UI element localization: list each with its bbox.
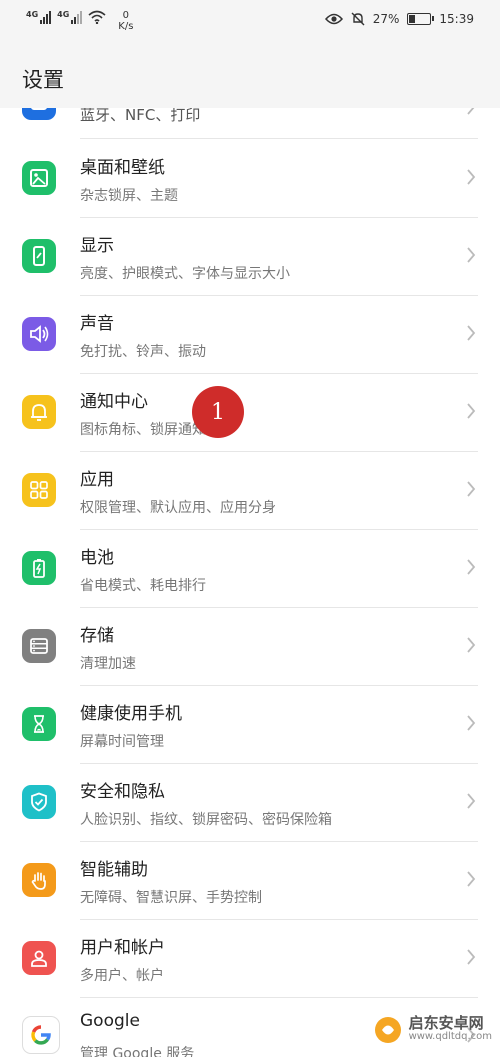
mute-bell-icon	[351, 12, 365, 26]
user-icon	[22, 941, 56, 975]
settings-item-battery[interactable]: 电池 省电模式、耗电排行	[0, 530, 500, 608]
network-speed: 0 K/s	[118, 10, 133, 32]
item-subtitle: 图标角标、锁屏通知	[80, 422, 206, 438]
battery-percent: 27%	[372, 12, 400, 26]
item-subtitle: 人脸识别、指纹、锁屏密码、密码保险箱	[80, 812, 332, 828]
chevron-right-icon	[467, 403, 476, 419]
battery-icon	[407, 13, 435, 25]
settings-item-apps[interactable]: 应用 权限管理、默认应用、应用分身	[0, 452, 500, 530]
apps-icon	[22, 473, 56, 507]
battery-icon	[22, 551, 56, 585]
settings-list[interactable]: 蓝牙、NFC、打印 桌面和壁纸 杂志锁屏、主题 显示 亮度、护眼模式、字体与显示…	[0, 108, 500, 1057]
item-subtitle: 权限管理、默认应用、应用分身	[80, 500, 276, 516]
settings-item-sound[interactable]: 声音 免打扰、铃声、振动	[0, 296, 500, 374]
settings-item-display[interactable]: 显示 亮度、护眼模式、字体与显示大小	[0, 218, 500, 296]
item-subtitle: 杂志锁屏、主题	[80, 188, 178, 204]
cell-signal-2-icon: 4G	[57, 10, 83, 24]
chevron-right-icon	[467, 793, 476, 809]
bluetooth-icon	[22, 108, 56, 120]
item-subtitle: 无障碍、智慧识屏、手势控制	[80, 890, 262, 906]
app-header: 设置	[0, 44, 500, 108]
chevron-right-icon	[467, 108, 475, 115]
watermark: 启东安卓网 www.qdltdq.com	[373, 1015, 492, 1045]
watermark-name: 启东安卓网	[408, 1014, 484, 1032]
item-title: 蓝牙、NFC、打印	[80, 108, 201, 124]
item-title: 应用	[80, 470, 114, 490]
eye-comfort-icon	[324, 13, 343, 25]
item-title: 智能辅助	[80, 860, 148, 880]
status-bar: 4G 4G 0 K/s 27% 15:39	[0, 0, 500, 44]
settings-item-notifications[interactable]: 通知中心 图标角标、锁屏通知	[0, 374, 500, 452]
page-title: 设置	[22, 68, 64, 92]
chevron-right-icon	[467, 559, 476, 575]
item-title: 健康使用手机	[80, 704, 182, 724]
watermark-url: www.qdltdq.com	[408, 1031, 492, 1042]
settings-item-security[interactable]: 安全和隐私 人脸识别、指纹、锁屏密码、密码保险箱	[0, 764, 500, 842]
item-subtitle: 清理加速	[80, 656, 136, 672]
shield-icon	[22, 785, 56, 819]
bell-icon	[22, 395, 56, 429]
item-title: Google	[80, 1011, 140, 1031]
chevron-right-icon	[467, 871, 476, 887]
signal-1-label: 4G	[26, 10, 39, 19]
item-subtitle: 省电模式、耗电排行	[80, 578, 206, 594]
chevron-right-icon	[467, 637, 476, 653]
battery-fill	[409, 15, 416, 23]
sound-icon	[22, 317, 56, 351]
google-icon	[22, 1016, 60, 1054]
settings-item-storage[interactable]: 存储 清理加速	[0, 608, 500, 686]
display-icon	[22, 239, 56, 273]
item-title: 用户和帐户	[80, 938, 165, 958]
item-title: 声音	[80, 314, 114, 334]
speed-unit: K/s	[118, 21, 134, 32]
speed-value: 0	[122, 10, 130, 21]
item-subtitle: 免打扰、铃声、振动	[80, 344, 206, 360]
chevron-right-icon	[467, 715, 476, 731]
item-title: 显示	[80, 236, 114, 256]
cell-signal-1-icon: 4G	[26, 10, 52, 24]
chevron-right-icon	[467, 949, 476, 965]
item-subtitle: 多用户、帐户	[80, 968, 164, 984]
watermark-logo-icon	[374, 1017, 401, 1043]
item-title: 通知中心	[80, 392, 148, 412]
item-title: 电池	[80, 548, 114, 568]
step-marker: 1	[192, 386, 244, 438]
clock: 15:39	[439, 12, 474, 26]
item-title: 存储	[80, 626, 114, 646]
hand-icon	[22, 863, 56, 897]
settings-item-accounts[interactable]: 用户和帐户 多用户、帐户	[0, 920, 500, 998]
item-title: 桌面和壁纸	[80, 158, 165, 178]
chevron-right-icon	[467, 481, 476, 497]
item-subtitle: 管理 Google 服务	[80, 1046, 195, 1057]
wallpaper-icon	[22, 161, 56, 195]
item-subtitle: 亮度、护眼模式、字体与显示大小	[80, 266, 290, 282]
wifi-icon	[88, 10, 106, 24]
hourglass-icon	[22, 707, 56, 741]
item-title: 安全和隐私	[80, 782, 165, 802]
storage-icon	[22, 629, 56, 663]
settings-item-wallpaper[interactable]: 桌面和壁纸 杂志锁屏、主题	[0, 140, 500, 218]
settings-item-smart-assistance[interactable]: 智能辅助 无障碍、智慧识屏、手势控制	[0, 842, 500, 920]
item-subtitle: 屏幕时间管理	[80, 734, 164, 750]
signal-2-label: 4G	[57, 10, 70, 19]
chevron-right-icon	[467, 247, 476, 263]
chevron-right-icon	[467, 169, 476, 185]
settings-item-digital-balance[interactable]: 健康使用手机 屏幕时间管理	[0, 686, 500, 764]
chevron-right-icon	[467, 325, 476, 341]
step-marker-label: 1	[211, 399, 225, 425]
divider	[80, 138, 478, 139]
